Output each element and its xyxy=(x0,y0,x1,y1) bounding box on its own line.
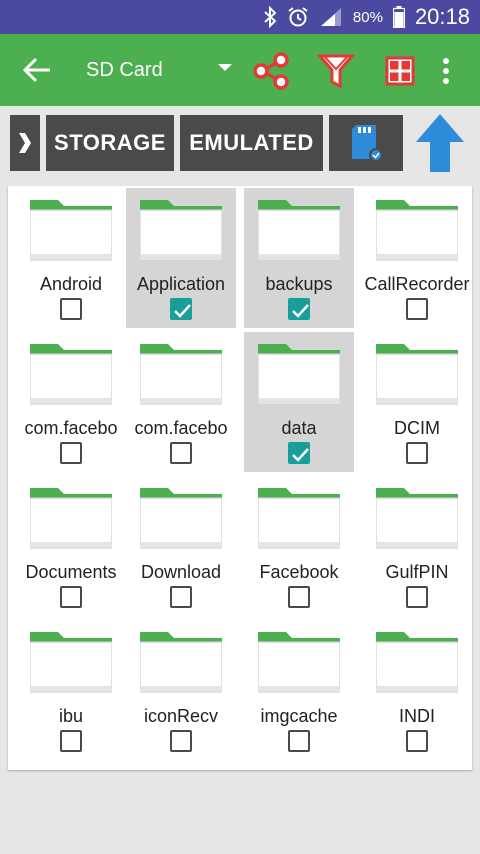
action-bar: SD Card xyxy=(0,34,480,106)
folder-item[interactable]: Application xyxy=(126,188,236,328)
more-vert-icon[interactable] xyxy=(428,52,464,90)
folder-checkbox[interactable] xyxy=(170,298,192,320)
chevron-right-icon xyxy=(19,133,31,153)
folder-item[interactable]: com.facebo xyxy=(16,332,126,472)
alarm-icon xyxy=(288,7,308,27)
folder-icon xyxy=(376,488,458,549)
back-arrow-icon[interactable] xyxy=(22,56,52,84)
folder-icon xyxy=(30,632,112,693)
folder-icon xyxy=(140,632,222,693)
folder-item[interactable]: imgcache xyxy=(244,620,354,760)
clock: 20:18 xyxy=(414,4,470,29)
folder-checkbox[interactable] xyxy=(60,730,82,752)
folder-name: iconRecv xyxy=(143,706,219,726)
check-icon xyxy=(292,448,309,462)
folder-name: Android xyxy=(39,274,103,294)
folder-item[interactable]: GulfPIN xyxy=(362,476,472,616)
folder-checkbox[interactable] xyxy=(406,586,428,608)
check-icon xyxy=(174,304,191,318)
folder-name: GulfPIN xyxy=(385,562,449,582)
folder-name: Download xyxy=(140,562,222,582)
folder-name: Documents xyxy=(25,562,117,582)
check-icon xyxy=(292,304,309,318)
folder-item[interactable]: backups xyxy=(244,188,354,328)
bluetooth-icon xyxy=(264,6,277,28)
folder-checkbox[interactable] xyxy=(288,442,310,464)
share-icon[interactable] xyxy=(252,52,292,90)
folder-checkbox[interactable] xyxy=(406,298,428,320)
breadcrumb-item-sd-card[interactable] xyxy=(329,115,403,171)
folder-checkbox[interactable] xyxy=(170,442,192,464)
folder-checkbox[interactable] xyxy=(60,442,82,464)
folder-icon xyxy=(258,488,340,549)
folder-item[interactable]: data xyxy=(244,332,354,472)
folder-checkbox[interactable] xyxy=(170,730,192,752)
folder-item[interactable]: Download xyxy=(126,476,236,616)
folder-icon xyxy=(258,200,340,261)
folder-icon xyxy=(258,344,340,405)
folder-name: CallRecorder xyxy=(364,274,470,294)
folder-item[interactable]: Documents xyxy=(16,476,126,616)
folder-name: Facebook xyxy=(259,562,339,582)
grid-view-icon[interactable] xyxy=(380,52,420,90)
folder-name: Application xyxy=(136,274,226,294)
folder-item[interactable]: Facebook xyxy=(244,476,354,616)
status-bar: 80% 20:18 xyxy=(0,0,480,34)
folder-checkbox[interactable] xyxy=(288,730,310,752)
folder-item[interactable]: Android xyxy=(16,188,126,328)
folder-item[interactable]: ibu xyxy=(16,620,126,760)
folder-icon xyxy=(376,632,458,693)
folder-name: com.facebo xyxy=(24,418,118,438)
folder-name: com.facebo xyxy=(134,418,228,438)
folder-item[interactable]: com.facebo xyxy=(126,332,236,472)
folder-icon xyxy=(140,344,222,405)
folder-icon xyxy=(376,344,458,405)
folder-name: ibu xyxy=(58,706,84,726)
location-title[interactable]: SD Card xyxy=(86,56,163,84)
folder-checkbox[interactable] xyxy=(60,586,82,608)
sd-card-icon xyxy=(352,125,383,162)
battery-percent: 80% xyxy=(352,8,383,26)
folder-name: DCIM xyxy=(394,418,440,438)
breadcrumb-item-emulated[interactable]: EMULATED xyxy=(180,115,323,171)
folder-name: INDI xyxy=(399,706,435,726)
folder-name: data xyxy=(281,418,317,438)
folder-icon xyxy=(30,344,112,405)
folder-icon xyxy=(140,488,222,549)
folder-icon xyxy=(30,200,112,261)
folder-checkbox[interactable] xyxy=(60,298,82,320)
folder-icon xyxy=(30,488,112,549)
folder-checkbox[interactable] xyxy=(406,442,428,464)
breadcrumb-item-storage[interactable]: STORAGE xyxy=(46,115,174,171)
folder-item[interactable]: INDI xyxy=(362,620,472,760)
folder-icon xyxy=(258,632,340,693)
folder-item[interactable]: DCIM xyxy=(362,332,472,472)
signal-icon xyxy=(320,8,341,26)
folder-checkbox[interactable] xyxy=(288,586,310,608)
folder-name: imgcache xyxy=(260,706,338,726)
file-grid: Android Application backups CallRecorder com… xyxy=(8,186,472,770)
up-arrow-icon[interactable] xyxy=(412,112,468,174)
folder-name: backups xyxy=(265,274,333,294)
folder-item[interactable]: CallRecorder xyxy=(362,188,472,328)
filter-icon[interactable] xyxy=(316,52,356,90)
dropdown-icon[interactable] xyxy=(218,64,232,71)
breadcrumb: STORAGE EMULATED xyxy=(10,112,470,174)
folder-checkbox[interactable] xyxy=(406,730,428,752)
folder-checkbox[interactable] xyxy=(288,298,310,320)
folder-icon xyxy=(376,200,458,261)
folder-checkbox[interactable] xyxy=(170,586,192,608)
folder-icon xyxy=(140,200,222,261)
battery-icon xyxy=(392,6,405,28)
breadcrumb-item-previous[interactable] xyxy=(10,115,40,171)
folder-item[interactable]: iconRecv xyxy=(126,620,236,760)
